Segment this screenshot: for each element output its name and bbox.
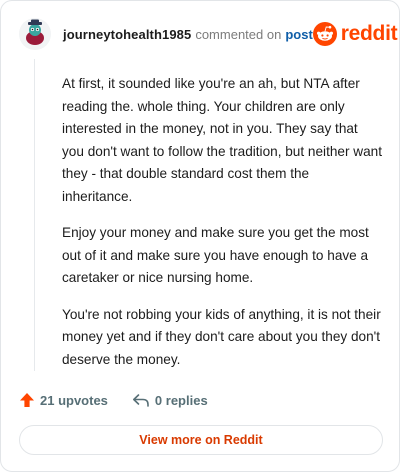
- comment-header: journeytohealth1985 commented on post re…: [19, 15, 398, 53]
- reddit-logo[interactable]: reddit: [312, 22, 398, 46]
- comment-paragraph-1: At first, it sounded like you're an ah, …: [62, 76, 382, 204]
- comment-paragraph-2: Enjoy your money and make sure you get t…: [62, 225, 369, 285]
- upvote-count: 21 upvotes: [40, 392, 108, 408]
- reply-count: 0 replies: [154, 392, 208, 408]
- comment-actions: 21 upvotes 0 replies: [19, 389, 208, 411]
- post-link[interactable]: post: [285, 27, 312, 42]
- comment-meta: journeytohealth1985 commented on post: [63, 27, 313, 42]
- reply-button[interactable]: 0 replies: [132, 392, 208, 408]
- thread-line: [34, 59, 35, 371]
- reply-arrow-icon: [132, 394, 149, 407]
- username[interactable]: journeytohealth1985: [63, 27, 191, 42]
- upvote-arrow-icon: [20, 393, 34, 407]
- comment-body: At first, it sounded like you're an ah, …: [62, 73, 382, 385]
- view-more-button[interactable]: View more on Reddit: [19, 425, 383, 455]
- commented-on-text: commented on: [195, 26, 282, 42]
- avatar[interactable]: [19, 18, 51, 50]
- user-avatar-icon: [19, 18, 51, 50]
- upvote-button[interactable]: 21 upvotes: [19, 392, 108, 408]
- reddit-snoo-icon: [312, 22, 337, 46]
- comment-paragraph-3: You're not robbing your kids of anything…: [62, 306, 381, 367]
- reddit-comment-card: journeytohealth1985 commented on post re…: [0, 0, 400, 472]
- reddit-wordmark: reddit: [340, 22, 398, 45]
